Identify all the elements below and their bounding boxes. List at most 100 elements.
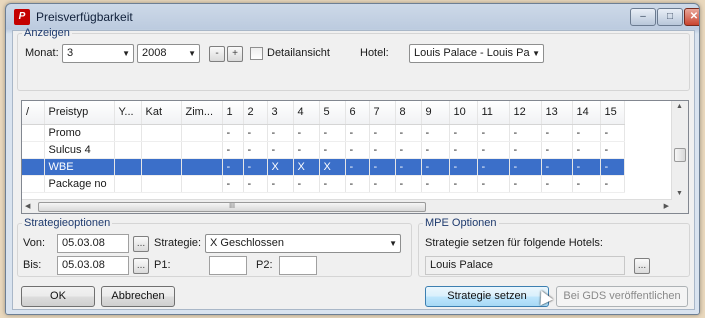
column-header[interactable]: 2 [243, 101, 268, 125]
table-cell[interactable] [114, 175, 142, 193]
table-row[interactable]: Package no - - - - - - - - - - - - - - - [22, 175, 625, 193]
table-row[interactable]: Promo - - - - - - - - - - - - - - - [22, 124, 625, 142]
grid-horizontal-scrollbar[interactable]: ◀ III ▶ [22, 199, 672, 213]
table-cell[interactable]: - [222, 158, 244, 176]
table-cell[interactable]: - [509, 141, 542, 159]
table-cell[interactable] [181, 141, 223, 159]
table-cell[interactable] [114, 124, 142, 142]
column-header[interactable]: Kat [141, 101, 182, 125]
minimize-button[interactable]: – [630, 8, 656, 26]
table-cell[interactable]: - [572, 175, 601, 193]
table-cell[interactable]: - [345, 124, 370, 142]
table-cell[interactable]: X [293, 158, 320, 176]
table-cell[interactable]: WBE [44, 158, 115, 176]
maximize-button[interactable]: □ [657, 8, 683, 26]
column-header[interactable]: 5 [319, 101, 346, 125]
price-availability-grid[interactable]: / Preistyp Y... Kat Zim... 1 2 3 4 5 6 7… [21, 100, 689, 214]
table-cell[interactable]: - [477, 158, 510, 176]
mpe-hotels-field[interactable]: Louis Palace [425, 256, 625, 275]
ok-button[interactable]: OK [21, 286, 95, 307]
column-header[interactable]: Preistyp [44, 101, 115, 125]
scroll-right-icon[interactable]: ▶ [664, 202, 669, 210]
table-cell[interactable] [22, 158, 45, 176]
scroll-left-icon[interactable]: ◀ [25, 202, 30, 210]
table-cell[interactable]: - [267, 141, 294, 159]
table-cell[interactable]: - [600, 124, 625, 142]
table-cell[interactable]: - [449, 141, 478, 159]
table-cell[interactable] [22, 124, 45, 142]
table-cell[interactable]: Sulcus 4 [44, 141, 115, 159]
table-cell[interactable]: - [572, 158, 601, 176]
table-cell[interactable]: - [477, 175, 510, 193]
table-cell[interactable]: - [222, 124, 244, 142]
p2-field[interactable] [279, 256, 317, 275]
von-date-field[interactable]: 05.03.08 [57, 234, 129, 253]
table-cell[interactable] [141, 175, 182, 193]
table-cell[interactable]: - [222, 175, 244, 193]
table-cell[interactable]: - [319, 124, 346, 142]
mpe-hotels-picker-button[interactable]: ... [634, 258, 650, 274]
table-cell[interactable]: - [243, 124, 268, 142]
column-header[interactable]: 14 [572, 101, 601, 125]
table-cell[interactable]: - [449, 158, 478, 176]
table-cell[interactable]: - [267, 124, 294, 142]
table-cell[interactable]: - [477, 124, 510, 142]
table-cell[interactable]: - [395, 175, 422, 193]
table-cell[interactable]: - [319, 141, 346, 159]
table-cell[interactable]: - [267, 175, 294, 193]
table-cell[interactable]: - [572, 141, 601, 159]
table-cell[interactable]: Package no [44, 175, 115, 193]
column-header[interactable]: 10 [449, 101, 478, 125]
table-cell[interactable]: - [600, 158, 625, 176]
table-cell[interactable]: - [345, 141, 370, 159]
column-header[interactable]: 11 [477, 101, 510, 125]
table-cell[interactable] [181, 158, 223, 176]
table-cell[interactable] [181, 175, 223, 193]
strategie-select[interactable]: X Geschlossen ▼ [205, 234, 401, 253]
table-cell[interactable]: - [369, 158, 396, 176]
column-header[interactable]: 15 [600, 101, 625, 125]
table-cell[interactable]: - [509, 158, 542, 176]
table-cell[interactable] [22, 141, 45, 159]
table-cell[interactable] [114, 158, 142, 176]
bis-date-picker-button[interactable]: ... [133, 258, 149, 274]
table-cell[interactable] [181, 124, 223, 142]
table-cell[interactable]: - [345, 175, 370, 193]
table-cell[interactable] [141, 158, 182, 176]
table-cell[interactable]: - [421, 124, 450, 142]
close-button[interactable]: ✕ [684, 8, 699, 26]
column-header[interactable]: 1 [222, 101, 244, 125]
table-row[interactable]: Sulcus 4--------------- [22, 141, 625, 159]
hotel-select[interactable]: Louis Palace - Louis Pa ▼ [409, 44, 544, 63]
column-header[interactable]: Zim... [181, 101, 223, 125]
table-cell[interactable]: - [421, 141, 450, 159]
table-cell[interactable]: - [600, 141, 625, 159]
table-cell[interactable]: - [293, 124, 320, 142]
table-cell[interactable] [141, 124, 182, 142]
detailansicht-checkbox[interactable] [250, 47, 263, 60]
table-cell[interactable]: - [222, 141, 244, 159]
column-header[interactable]: 9 [421, 101, 450, 125]
table-cell[interactable]: - [541, 124, 573, 142]
table-cell[interactable] [22, 175, 45, 193]
column-header[interactable]: 3 [267, 101, 294, 125]
month-minus-button[interactable]: - [209, 46, 225, 62]
table-cell[interactable]: - [477, 141, 510, 159]
gds-veroeffentlichen-button[interactable]: Bei GDS veröffentlichen [556, 286, 688, 307]
p1-field[interactable] [209, 256, 247, 275]
table-cell[interactable]: - [293, 141, 320, 159]
table-cell[interactable]: - [369, 141, 396, 159]
scroll-thumb[interactable]: III [38, 202, 426, 212]
table-cell[interactable]: - [345, 158, 370, 176]
strategie-setzen-button[interactable]: Strategie setzen [425, 286, 549, 307]
column-header[interactable]: 12 [509, 101, 542, 125]
scroll-thumb[interactable] [674, 148, 686, 162]
column-header[interactable]: 13 [541, 101, 573, 125]
table-cell[interactable]: - [541, 158, 573, 176]
column-header[interactable]: 8 [395, 101, 422, 125]
table-cell[interactable]: - [319, 175, 346, 193]
table-cell[interactable]: - [541, 175, 573, 193]
table-cell[interactable]: - [509, 175, 542, 193]
table-cell[interactable]: - [243, 175, 268, 193]
year-select[interactable]: 2008 ▼ [137, 44, 200, 63]
